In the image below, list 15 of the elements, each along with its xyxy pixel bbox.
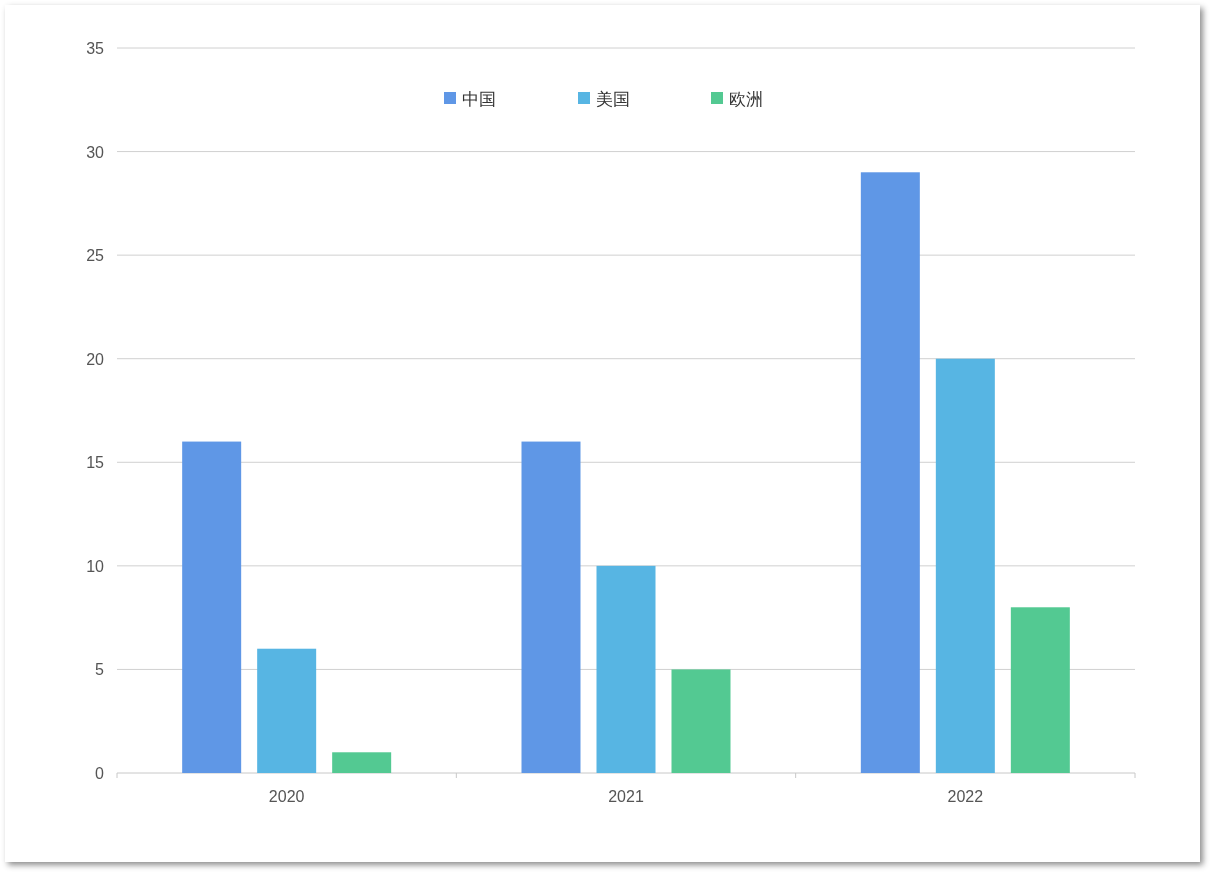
y-axis-label: 10: [86, 557, 104, 575]
y-axis-label: 15: [86, 454, 104, 472]
y-axis-label: 0: [95, 765, 104, 782]
bar: [332, 752, 392, 773]
legend-label: 美国: [596, 90, 630, 109]
legend-label: 欧洲: [729, 90, 763, 109]
x-axis-label: 2020: [268, 788, 305, 805]
y-axis-label: 25: [86, 247, 104, 265]
y-axis-label: 35: [86, 40, 104, 57]
y-axis-label: 30: [86, 143, 104, 161]
y-axis-label: 5: [95, 661, 104, 679]
x-axis-label: 2021: [608, 788, 644, 805]
y-axis-label: 20: [86, 350, 104, 368]
legend-label: 中国: [462, 90, 496, 109]
x-axis-label: 2022: [947, 788, 984, 805]
